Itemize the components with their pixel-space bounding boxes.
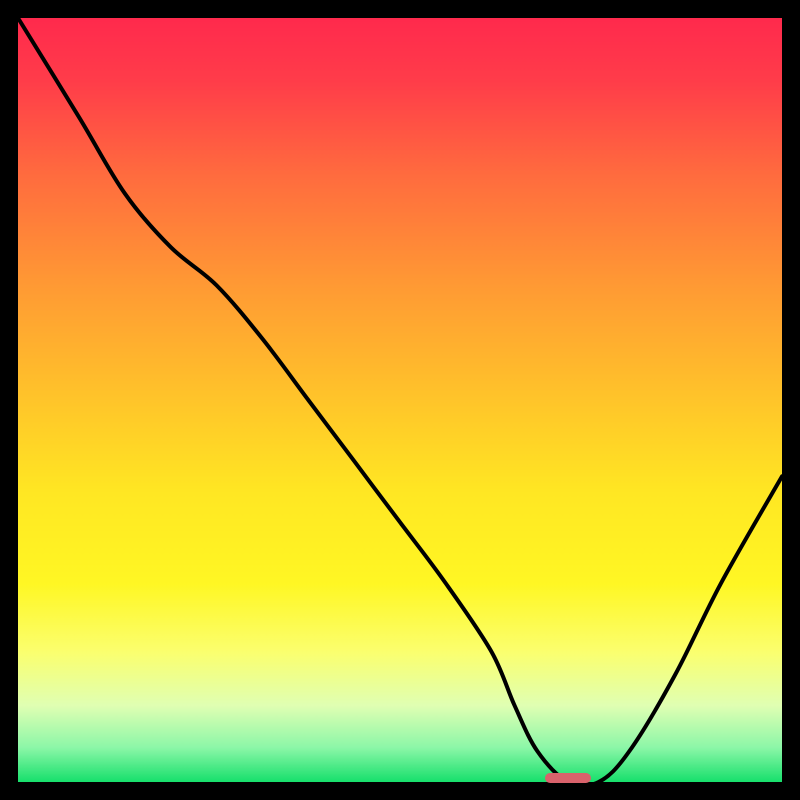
optimal-point-marker bbox=[545, 773, 591, 782]
chart-frame: TheBottleneck.com bbox=[18, 18, 782, 782]
bottleneck-curve bbox=[18, 18, 782, 782]
